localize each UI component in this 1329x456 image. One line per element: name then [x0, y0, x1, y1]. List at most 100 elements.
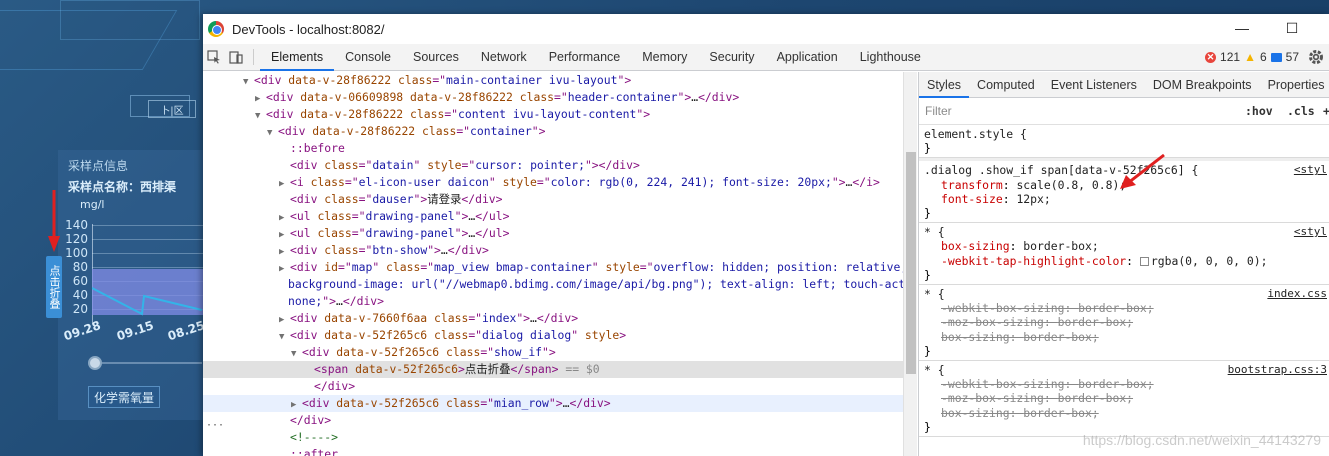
- tab-lighthouse[interactable]: Lighthouse: [849, 44, 932, 70]
- dom-node-row[interactable]: ▶ <div data-v-52f265c6 class="mian_row">……: [203, 395, 903, 412]
- css-source-link[interactable]: bootstrap.css:3: [1228, 363, 1327, 377]
- css-property-value[interactable]: 12px;: [1016, 192, 1050, 206]
- scrollbar-thumb[interactable]: [906, 152, 916, 374]
- dom-node-row[interactable]: <!---->: [203, 429, 903, 446]
- css-property-name[interactable]: box-sizing: [941, 406, 1010, 420]
- dom-node-row[interactable]: ▶ <i class="el-icon-user daicon" style="c…: [203, 174, 903, 191]
- minimize-icon[interactable]: —: [1232, 20, 1252, 36]
- css-property-name[interactable]: -webkit-box-sizing: [941, 377, 1064, 391]
- device-toolbar-icon[interactable]: [225, 44, 247, 70]
- styles-tab-event-listeners[interactable]: Event Listeners: [1043, 72, 1145, 97]
- dom-node-row[interactable]: <div class="datain" style="cursor: point…: [203, 157, 903, 174]
- slider-handle[interactable]: [88, 356, 102, 370]
- styles-tab-styles[interactable]: Styles: [919, 72, 970, 98]
- css-property-value[interactable]: border-box;: [1023, 239, 1098, 253]
- dom-node-row[interactable]: ▶ <div class="btn-show">…</div>: [203, 242, 903, 259]
- background-tab-button[interactable]: 卜|区: [148, 100, 196, 118]
- css-declaration[interactable]: box-sizing: border-box;: [924, 330, 1329, 344]
- tab-performance[interactable]: Performance: [538, 44, 632, 70]
- dom-node-row[interactable]: none;">…</div>: [203, 293, 903, 310]
- new-style-rule-button[interactable]: +: [1323, 104, 1329, 118]
- styles-tab-computed[interactable]: Computed: [969, 72, 1043, 97]
- css-source-link[interactable]: index.css: [1267, 287, 1327, 301]
- fold-toggle-tab[interactable]: 点击折叠: [46, 256, 62, 318]
- dom-node-row[interactable]: </div>: [203, 412, 903, 429]
- styles-filter-input[interactable]: [925, 104, 1225, 118]
- dom-token-val: show_if: [494, 345, 543, 359]
- tab-sources[interactable]: Sources: [402, 44, 470, 70]
- css-property-value[interactable]: border-box;: [1078, 301, 1153, 315]
- css-property-name[interactable]: -moz-box-sizing: [941, 315, 1044, 329]
- tab-elements[interactable]: Elements: [260, 44, 335, 71]
- css-declaration[interactable]: box-sizing: border-box;: [924, 239, 1329, 253]
- dom-node-row[interactable]: ::before: [203, 140, 903, 157]
- red-annotation-arrow: [48, 190, 60, 252]
- dom-node-row[interactable]: ▼ <div data-v-28f86222 class="content ivu…: [203, 106, 903, 123]
- maximize-icon[interactable]: ☐: [1282, 20, 1302, 37]
- tab-application[interactable]: Application: [766, 44, 849, 70]
- inspect-element-icon[interactable]: [203, 44, 225, 70]
- dom-node-row[interactable]: </div>: [203, 378, 903, 395]
- css-property-value[interactable]: border-box;: [1058, 315, 1133, 329]
- css-property-name[interactable]: -webkit-box-sizing: [941, 301, 1064, 315]
- css-property-value[interactable]: border-box;: [1078, 377, 1153, 391]
- dom-node-row[interactable]: ▼ <div data-v-52f265c6 class="dialog dial…: [203, 327, 903, 344]
- css-property-value[interactable]: border-box;: [1023, 406, 1098, 420]
- css-declaration[interactable]: -moz-box-sizing: border-box;: [924, 315, 1329, 329]
- dom-node-row[interactable]: ▶ <ul class="drawing-panel">…</ul>: [203, 208, 903, 225]
- dom-node-row[interactable]: ▼ <div data-v-28f86222 class="container">: [203, 123, 903, 140]
- chart-y-tick-label: 100: [65, 246, 88, 260]
- css-declaration[interactable]: font-size: 12px;: [924, 192, 1329, 206]
- css-colon: :: [1002, 177, 1017, 192]
- css-source-link[interactable]: <styl: [1294, 163, 1327, 177]
- dom-node-row[interactable]: background-image: url("//webmap0.bdimg.c…: [203, 276, 903, 293]
- css-property-value[interactable]: rgba(0, 0, 0, 0);: [1151, 254, 1268, 268]
- dom-node-row[interactable]: ▶ <div data-v-7660f6aa class="index">…</d…: [203, 310, 903, 327]
- css-property-value[interactable]: border-box;: [1023, 330, 1098, 344]
- css-declaration[interactable]: -webkit-box-sizing: border-box;: [924, 301, 1329, 315]
- css-property-name[interactable]: font-size: [941, 192, 1003, 206]
- css-rule[interactable]: * {<styl box-sizing: border-box; -webkit-t…: [919, 223, 1329, 286]
- css-rule[interactable]: * {bootstrap.css:3 -webkit-box-sizing: bo…: [919, 361, 1329, 438]
- tab-network[interactable]: Network: [470, 44, 538, 70]
- color-swatch-icon[interactable]: [1139, 256, 1149, 266]
- css-property-value[interactable]: scale(0.8, 0.8);: [1016, 178, 1126, 192]
- css-selector[interactable]: element.style {: [924, 127, 1329, 141]
- tab-security[interactable]: Security: [698, 44, 765, 70]
- dom-node-row[interactable]: ▶ <div id="map" class="map_view bmap-cont…: [203, 259, 903, 276]
- selected-dom-node[interactable]: <span data-v-52f265c6>点击折叠</span> == $0: [203, 361, 903, 378]
- dom-node-row[interactable]: ::after: [203, 446, 903, 456]
- css-property-name[interactable]: -webkit-tap-highlight-color: [941, 254, 1126, 268]
- css-property-name[interactable]: -moz-box-sizing: [941, 391, 1044, 405]
- css-property-name[interactable]: box-sizing: [941, 239, 1010, 253]
- tab-memory[interactable]: Memory: [631, 44, 698, 70]
- elements-dom-tree[interactable]: ▼ <div data-v-28f86222 class="main-contai…: [203, 72, 903, 456]
- css-property-name[interactable]: box-sizing: [941, 330, 1010, 344]
- css-property-value[interactable]: border-box;: [1058, 391, 1133, 405]
- dom-node-row[interactable]: ▶ <ul class="drawing-panel">…</ul>: [203, 225, 903, 242]
- console-status-counts[interactable]: ✕ 121 ▲ 6 57: [1205, 44, 1299, 70]
- hover-state-toggle[interactable]: :hov: [1245, 104, 1273, 118]
- dom-node-row[interactable]: <div class="dauser">请登录</div>: [203, 191, 903, 208]
- dom-node-row[interactable]: ▼ <div data-v-52f265c6 class="show_if">: [203, 344, 903, 361]
- dom-node-row[interactable]: ▶ <div data-v-06609898 data-v-28f86222 cl…: [203, 89, 903, 106]
- slider-track[interactable]: [102, 362, 202, 364]
- gear-icon[interactable]: [1307, 48, 1325, 66]
- css-property-name[interactable]: transform: [941, 178, 1003, 192]
- css-declaration[interactable]: -webkit-box-sizing: border-box;: [924, 377, 1329, 391]
- css-declaration[interactable]: -webkit-tap-highlight-color: rgba(0, 0, …: [924, 254, 1329, 268]
- cod-indicator-button[interactable]: 化学需氧量: [88, 386, 160, 408]
- row-ellipsis[interactable]: ···: [206, 420, 224, 431]
- css-declaration[interactable]: -moz-box-sizing: border-box;: [924, 391, 1329, 405]
- tab-console[interactable]: Console: [334, 44, 402, 70]
- styles-tab-properties[interactable]: Properties: [1260, 72, 1329, 97]
- css-source-link[interactable]: <styl: [1294, 225, 1327, 239]
- class-toggle[interactable]: .cls: [1287, 104, 1315, 118]
- css-rule[interactable]: * {index.css -webkit-box-sizing: border-b…: [919, 285, 1329, 362]
- dom-node-row[interactable]: ▼ <div data-v-28f86222 class="main-contai…: [203, 72, 903, 89]
- elements-scrollbar[interactable]: [903, 72, 917, 456]
- styles-tab-dom-breakpoints[interactable]: DOM Breakpoints: [1145, 72, 1260, 97]
- dom-token-attr: class: [324, 158, 359, 172]
- css-declaration[interactable]: box-sizing: border-box;: [924, 406, 1329, 420]
- css-selector[interactable]: * {: [924, 225, 1329, 239]
